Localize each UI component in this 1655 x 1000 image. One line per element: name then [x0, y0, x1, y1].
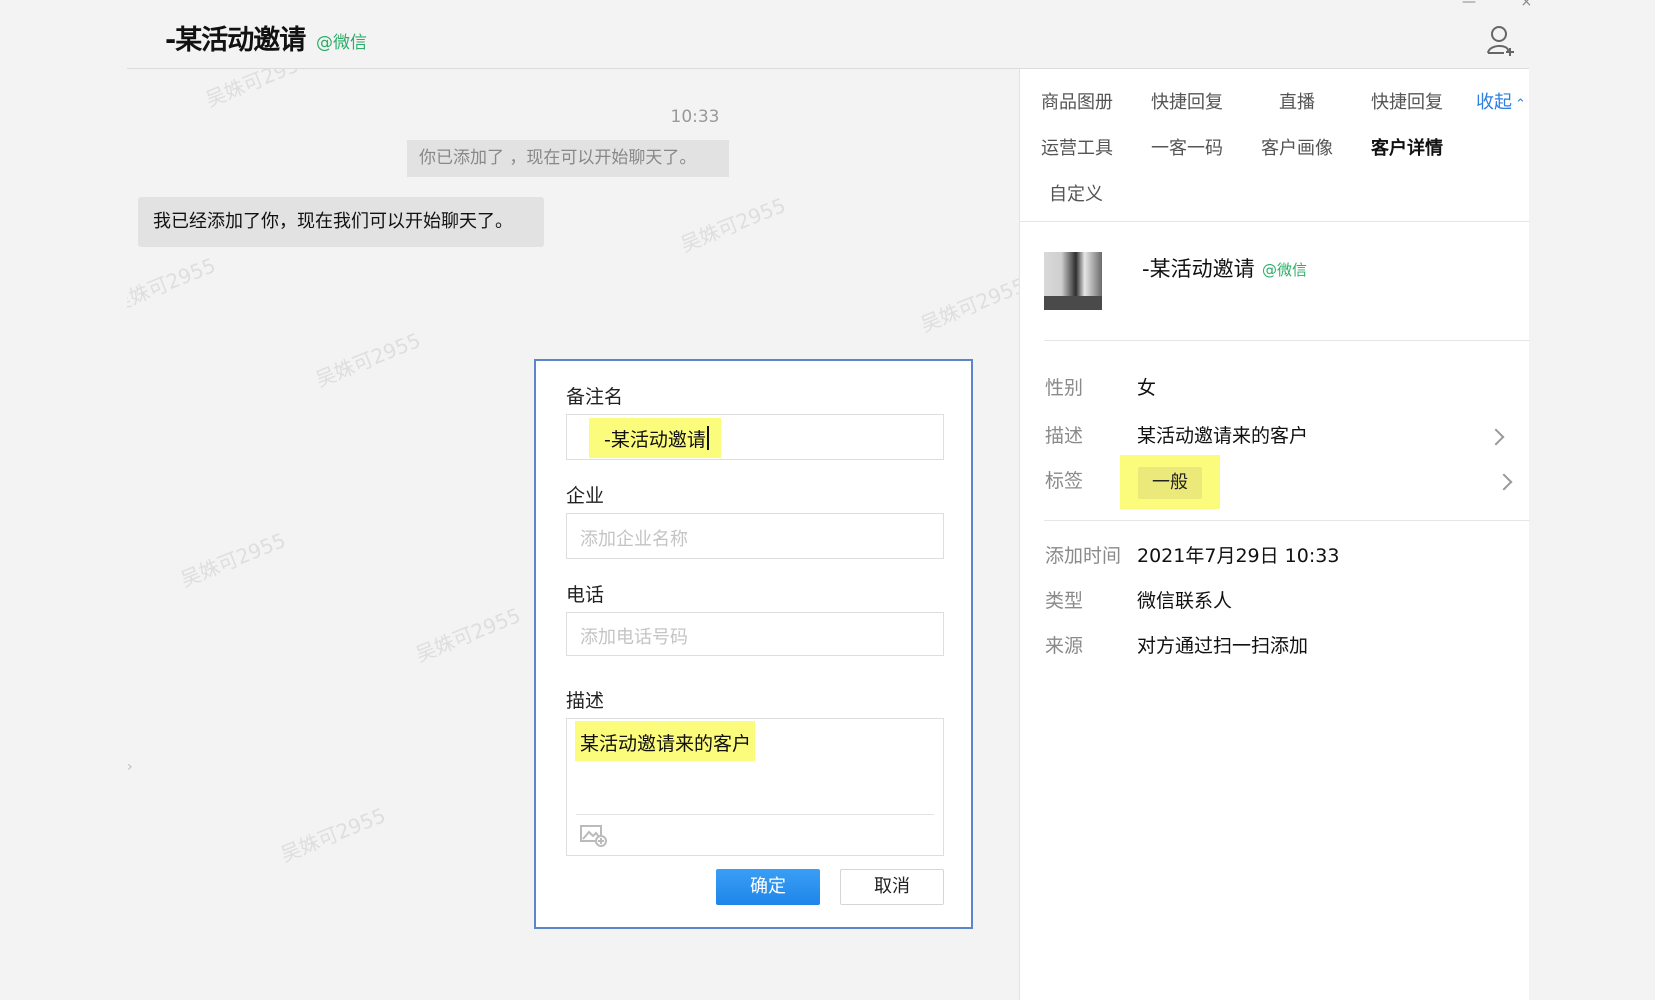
customer-avatar: [1044, 252, 1102, 310]
chat-title: -某活动邀请: [165, 25, 306, 56]
customer-panel: 商品图册 快捷回复 直播 快捷回复 收起 ⌃ 运营工具 一客一码 客户画像 客户详…: [1019, 69, 1530, 1000]
source-label: 来源: [1045, 635, 1084, 657]
wechat-source-tag: @微信: [316, 33, 367, 53]
gender-label: 性别: [1045, 377, 1084, 399]
watermark: 吴姝可2955: [277, 802, 389, 867]
window-controls[interactable]: — ×: [1462, 0, 1552, 10]
tool-custom[interactable]: 自定义: [1049, 180, 1103, 206]
tool-customer-details[interactable]: 客户详情: [1371, 134, 1443, 160]
watermark: 吴姝可2955: [127, 252, 219, 317]
chevron-right-icon[interactable]: [1487, 428, 1505, 446]
confirm-button[interactable]: 确定: [716, 869, 820, 905]
image-add-icon[interactable]: [580, 823, 608, 847]
profile-divider: [1044, 340, 1530, 341]
collapse-label: 收起: [1476, 92, 1512, 113]
added-time-value: 2021年7月29日 10:33: [1137, 545, 1340, 567]
source-value: 对方通过扫一扫添加: [1137, 635, 1309, 657]
company-input[interactable]: 添加企业名称: [566, 513, 944, 559]
tool-live[interactable]: 直播: [1279, 88, 1315, 114]
watermark: 吴姝可2955: [312, 327, 424, 392]
remark-value: -某活动邀请: [604, 429, 706, 451]
collapse-button[interactable]: 收起 ⌃: [1476, 88, 1526, 114]
scroll-arrow-icon: ›: [127, 759, 133, 775]
phone-input[interactable]: 添加电话号码: [566, 612, 944, 656]
remark-input[interactable]: -某活动邀请: [566, 414, 944, 460]
tool-quick-reply-2[interactable]: 快捷回复: [1371, 88, 1443, 114]
message-timestamp: 10:33: [670, 107, 720, 127]
watermark: 吴姝可2955: [177, 527, 289, 592]
chat-header: -某活动邀请 @微信 — ×: [0, 0, 1655, 70]
user-plus-icon[interactable]: [1486, 24, 1516, 56]
tool-product-album[interactable]: 商品图册: [1041, 88, 1113, 114]
gender-value: 女: [1137, 377, 1157, 399]
description-value[interactable]: 某活动邀请来的客户: [1137, 421, 1308, 448]
chevron-right-icon[interactable]: [1495, 473, 1513, 491]
company-placeholder: 添加企业名称: [580, 529, 688, 550]
textarea-divider: [576, 814, 934, 815]
watermark: 吴姝可2955: [917, 272, 1019, 337]
watermark: 吴姝可2955: [677, 192, 789, 257]
watermark: 吴姝可2955: [412, 602, 524, 667]
type-label: 类型: [1045, 590, 1084, 612]
system-message: 你已添加了 ，现在可以开始聊天了。: [407, 140, 729, 177]
customer-name: -某活动邀请: [1142, 257, 1255, 281]
phone-placeholder: 添加电话号码: [580, 627, 688, 648]
tools-divider: [1020, 221, 1530, 222]
tool-operations[interactable]: 运营工具: [1041, 134, 1113, 160]
description-label: 描述: [566, 690, 605, 712]
tag-chip[interactable]: 一般: [1138, 467, 1202, 499]
tool-customer-profile[interactable]: 客户画像: [1261, 134, 1333, 160]
phone-label: 电话: [566, 584, 605, 606]
company-label: 企业: [566, 485, 605, 507]
description-label: 描述: [1045, 425, 1084, 447]
edit-remark-dialog: 备注名 -某活动邀请 企业 添加企业名称 电话 添加电话号码 描述 某活动邀请来…: [534, 359, 973, 929]
tag-label: 标签: [1045, 470, 1084, 492]
remark-label: 备注名: [566, 386, 624, 408]
added-time-label: 添加时间: [1045, 545, 1122, 567]
tool-quick-reply[interactable]: 快捷回复: [1151, 88, 1223, 114]
type-value: 微信联系人: [1137, 590, 1233, 612]
description-value: 某活动邀请来的客户: [580, 733, 752, 755]
description-textarea[interactable]: 某活动邀请来的客户: [566, 718, 944, 856]
chevron-up-icon: ⌃: [1515, 97, 1526, 112]
tool-one-customer-code[interactable]: 一客一码: [1151, 134, 1223, 160]
customer-source-tag: @微信: [1262, 261, 1308, 279]
watermark: 吴姝可2955: [202, 69, 314, 112]
info-divider: [1044, 520, 1530, 521]
chat-bubble[interactable]: 我已经添加了你，现在我们可以开始聊天了。: [138, 197, 544, 247]
text-caret: [707, 426, 709, 450]
cancel-button[interactable]: 取消: [840, 869, 944, 905]
